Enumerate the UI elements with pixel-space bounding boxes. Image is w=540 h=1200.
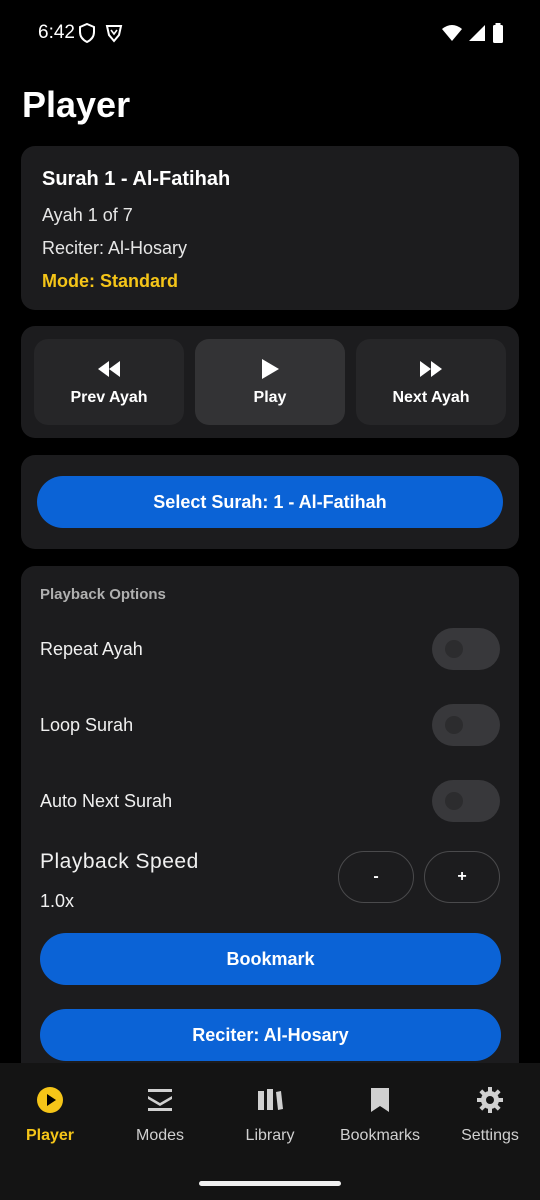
nav-item-library[interactable]: Library xyxy=(215,1085,325,1145)
repeat-ayah-row: Repeat Ayah xyxy=(40,628,500,670)
play-label: Play xyxy=(253,389,287,406)
nav-item-modes[interactable]: Modes xyxy=(105,1085,215,1145)
nav-item-player[interactable]: Player xyxy=(0,1085,105,1145)
repeat-ayah-label: Repeat Ayah xyxy=(40,639,143,659)
now-playing-card: Surah 1 - Al-Fatihah Ayah 1 of 7 Reciter… xyxy=(21,146,519,310)
shield-icon xyxy=(78,22,96,48)
page-title: Player xyxy=(22,84,131,125)
signal-icon xyxy=(468,24,486,47)
playback-speed-label: Playback Speed xyxy=(40,850,199,873)
bottom-navigation: Player Modes Library Bookmarks Settings xyxy=(0,1063,540,1200)
nav-label: Settings xyxy=(461,1127,519,1144)
layers-icon xyxy=(146,1085,174,1115)
transport-controls: Prev Ayah Play Next Ayah xyxy=(21,326,519,438)
fast-forward-icon xyxy=(418,357,444,381)
loop-surah-label: Loop Surah xyxy=(40,715,134,735)
toggle-knob xyxy=(445,792,463,810)
nav-label: Modes xyxy=(135,1127,185,1144)
prev-ayah-label: Prev Ayah xyxy=(70,389,148,406)
play-button[interactable]: Play xyxy=(195,339,345,425)
next-ayah-label: Next Ayah xyxy=(392,389,470,406)
playback-speed-value: 1.0x xyxy=(40,891,75,911)
battery-icon xyxy=(492,23,504,48)
reciter-text: Reciter: Al-Hosary xyxy=(42,238,188,258)
toggle-knob xyxy=(445,640,463,658)
auto-next-surah-label: Auto Next Surah xyxy=(40,791,173,811)
toggle-knob xyxy=(445,716,463,734)
home-indicator[interactable] xyxy=(199,1181,341,1186)
brave-icon xyxy=(104,23,124,48)
prev-ayah-button[interactable]: Prev Ayah xyxy=(34,339,184,425)
reciter-button[interactable]: Reciter: Al-Hosary xyxy=(40,1009,501,1061)
loop-surah-row: Loop Surah xyxy=(40,704,500,746)
repeat-ayah-toggle[interactable] xyxy=(432,628,500,670)
status-bar: 6:42 xyxy=(0,0,540,66)
play-icon xyxy=(260,357,280,381)
nav-label: Bookmarks xyxy=(339,1127,421,1144)
nav-item-bookmarks[interactable]: Bookmarks xyxy=(325,1085,435,1145)
surah-title: Surah 1 - Al-Fatihah xyxy=(42,168,231,190)
play-circle-icon xyxy=(36,1085,64,1115)
gear-icon xyxy=(476,1085,504,1115)
bookmark-button[interactable]: Bookmark xyxy=(40,933,501,985)
bookmark-icon xyxy=(370,1085,390,1115)
library-icon xyxy=(256,1085,284,1115)
rewind-icon xyxy=(96,357,122,381)
section-title: Playback Options xyxy=(40,586,166,603)
select-surah-card: Select Surah: 1 - Al-Fatihah xyxy=(21,455,519,549)
auto-next-surah-toggle[interactable] xyxy=(432,780,500,822)
loop-surah-toggle[interactable] xyxy=(432,704,500,746)
auto-next-surah-row: Auto Next Surah xyxy=(40,780,500,822)
mode-text: Mode: Standard xyxy=(42,271,179,291)
select-surah-button[interactable]: Select Surah: 1 - Al-Fatihah xyxy=(37,476,503,528)
ayah-progress: Ayah 1 of 7 xyxy=(42,205,133,225)
speed-increase-button[interactable]: + xyxy=(424,851,500,903)
nav-label: Player xyxy=(25,1127,75,1144)
playback-options-card: Playback Options Repeat Ayah Loop Surah … xyxy=(21,566,519,1086)
speed-decrease-button[interactable]: - xyxy=(338,851,414,903)
next-ayah-button[interactable]: Next Ayah xyxy=(356,339,506,425)
wifi-icon xyxy=(442,24,462,47)
nav-label: Library xyxy=(245,1127,295,1144)
status-time: 6:42 xyxy=(38,22,75,43)
nav-item-settings[interactable]: Settings xyxy=(435,1085,540,1145)
